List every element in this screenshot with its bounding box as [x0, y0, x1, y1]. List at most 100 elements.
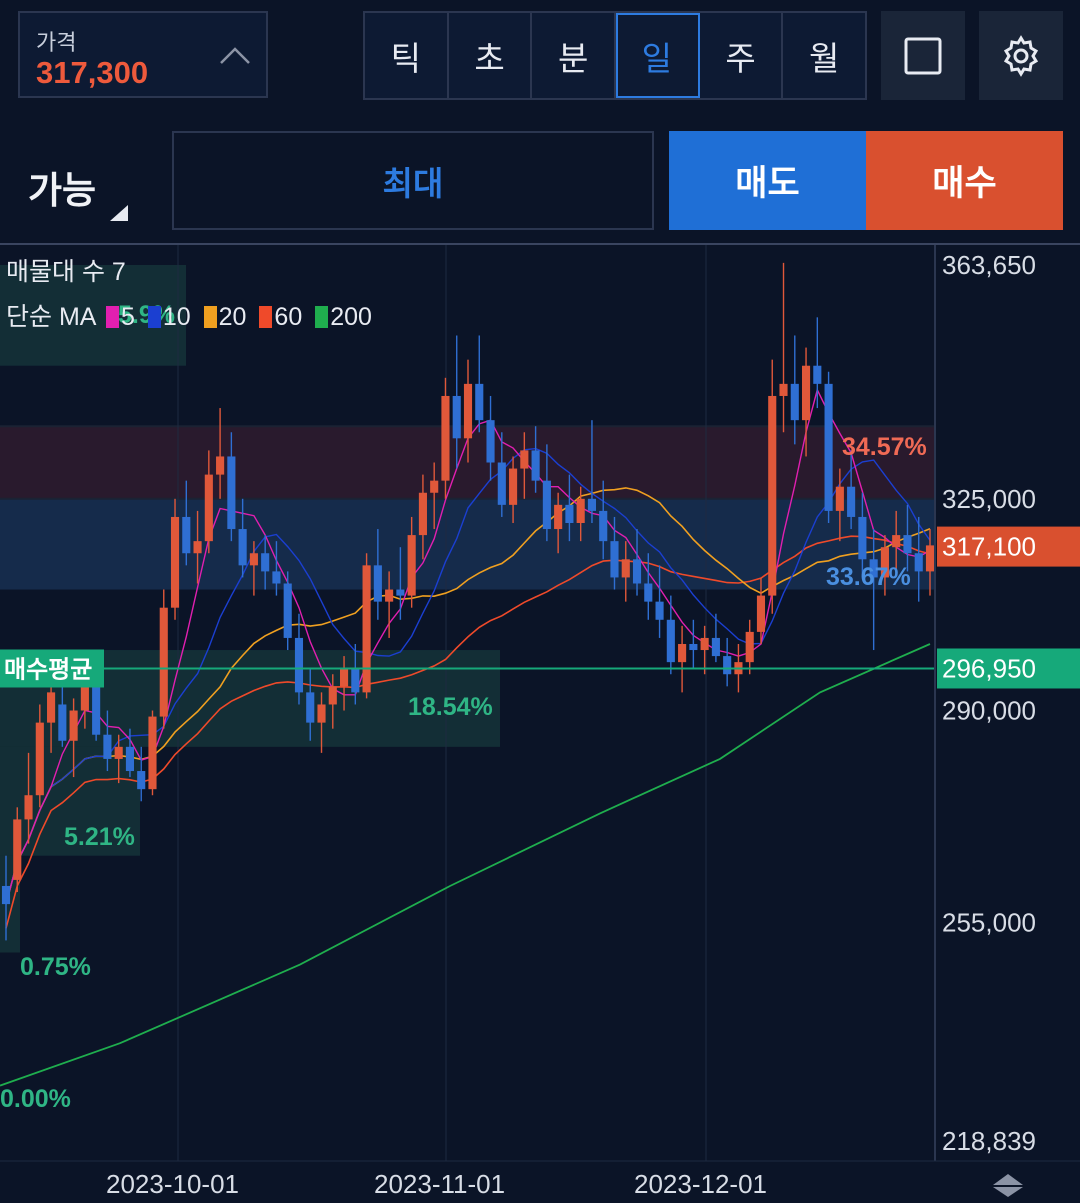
- candle-body: [306, 692, 315, 723]
- sell-button[interactable]: 매도: [669, 131, 866, 230]
- candle-body: [47, 692, 56, 723]
- candle-body: [69, 710, 78, 741]
- candle-body: [227, 456, 236, 530]
- candle-body: [339, 668, 349, 687]
- price-chart[interactable]: 매수평균 363,650 325,000 290,000 255,000 218,839 3…: [0, 245, 1080, 1203]
- fullscreen-button[interactable]: [881, 11, 965, 100]
- candle-body: [328, 686, 337, 705]
- current-price-label: 317,100: [942, 532, 1036, 562]
- price-label: 가격: [36, 30, 77, 55]
- candle-body: [216, 456, 225, 475]
- tab-second[interactable]: 초: [449, 13, 533, 98]
- x-tick-label: 2023-11-01: [374, 1169, 505, 1199]
- x-tick-label: 2023-12-01: [634, 1169, 767, 1199]
- candle-body: [24, 795, 33, 820]
- y-tick-label: 290,000: [942, 696, 1036, 726]
- candle-body: [756, 595, 766, 632]
- dropdown-corner-icon: [110, 205, 128, 221]
- candle-body: [520, 450, 529, 469]
- candle-body: [768, 395, 777, 596]
- candle-body: [497, 462, 506, 505]
- candle-body: [272, 571, 281, 584]
- tab-minute[interactable]: 분: [532, 13, 617, 98]
- candle-body: [35, 722, 44, 796]
- candle-body: [542, 480, 551, 530]
- candle-body: [847, 486, 856, 517]
- ma200-swatch: [315, 306, 329, 328]
- available-label[interactable]: 가능: [28, 160, 96, 214]
- candle: [92, 680, 101, 741]
- candle-body: [407, 535, 416, 596]
- volume-profile-percent: 0.75%: [20, 953, 91, 981]
- candle: [768, 359, 777, 614]
- max-quantity-button[interactable]: 최대: [172, 131, 654, 230]
- tab-tick[interactable]: 틱: [365, 13, 449, 98]
- ma5-label: 5: [121, 303, 135, 331]
- settings-button[interactable]: [979, 11, 1063, 100]
- candle: [362, 553, 371, 699]
- candle-body: [655, 601, 664, 620]
- candle-body: [914, 553, 923, 572]
- candle-body: [204, 474, 213, 542]
- candle: [824, 371, 833, 524]
- candle-body: [475, 383, 484, 421]
- candle-body: [463, 383, 473, 439]
- current-price: 317,300: [36, 55, 149, 90]
- candle-body: [587, 498, 597, 511]
- candle-body: [114, 746, 123, 759]
- candle-body: [159, 607, 168, 717]
- candle-body: [261, 553, 270, 572]
- candle-body: [666, 619, 675, 663]
- buy-button[interactable]: 매수: [866, 131, 1063, 230]
- avg-buy-label: 매수평균: [4, 656, 92, 683]
- candle-body: [249, 553, 258, 566]
- candle-body: [170, 516, 180, 608]
- ma-legend: 단순 MA 5 10 20 60 200: [6, 297, 374, 333]
- top-toolbar: 가격 317,300 틱 초 분 일 주 월 가능 최대 매도 매수: [0, 0, 1080, 245]
- candle-body: [441, 395, 450, 481]
- volume-profile-percent: 34.57%: [842, 433, 927, 461]
- candle-body: [813, 365, 822, 384]
- candle-body: [13, 819, 22, 880]
- candle-body: [745, 631, 754, 663]
- candle-body: [294, 637, 304, 693]
- ma10-swatch: [147, 306, 161, 328]
- candle-body: [801, 365, 811, 421]
- candle-body: [418, 492, 427, 536]
- candle-body: [182, 516, 191, 554]
- candle: [159, 589, 168, 729]
- y-tick-label: 325,000: [942, 484, 1036, 514]
- volume-profile-percent: 18.54%: [408, 693, 493, 721]
- candle-body: [80, 686, 89, 711]
- ma-type-label: 단순 MA: [6, 303, 96, 331]
- x-tick-label: 2023-10-01: [106, 1169, 239, 1199]
- ma60-label: 60: [274, 303, 303, 331]
- tab-day[interactable]: 일: [616, 13, 700, 98]
- candle-body: [858, 516, 867, 560]
- candle-body: [892, 535, 901, 548]
- avg-buy-price-label: 296,950: [942, 653, 1036, 683]
- volume-profile-percent: 33.67%: [826, 563, 911, 591]
- candle: [148, 710, 157, 796]
- candle-body: [385, 589, 394, 602]
- tab-week[interactable]: 주: [700, 13, 784, 98]
- candle-body: [599, 510, 608, 542]
- candle-body: [689, 643, 698, 651]
- tab-month[interactable]: 월: [783, 13, 865, 98]
- price-display[interactable]: 가격 317,300: [18, 11, 268, 98]
- candle-body: [396, 589, 405, 596]
- ma20-swatch: [203, 306, 217, 328]
- candle-body: [373, 565, 382, 602]
- candle-body: [103, 734, 112, 759]
- candle-body: [452, 395, 461, 439]
- candle-body: [193, 541, 202, 554]
- candle-body: [723, 656, 732, 675]
- candle-body: [835, 486, 844, 511]
- chevron-up-icon[interactable]: [218, 39, 252, 73]
- candle-body: [238, 529, 247, 566]
- candle-body: [700, 637, 709, 651]
- candle-body: [925, 545, 935, 572]
- period-tabs: 틱 초 분 일 주 월: [363, 11, 867, 100]
- candle-body: [779, 383, 788, 396]
- candle-body: [610, 541, 619, 578]
